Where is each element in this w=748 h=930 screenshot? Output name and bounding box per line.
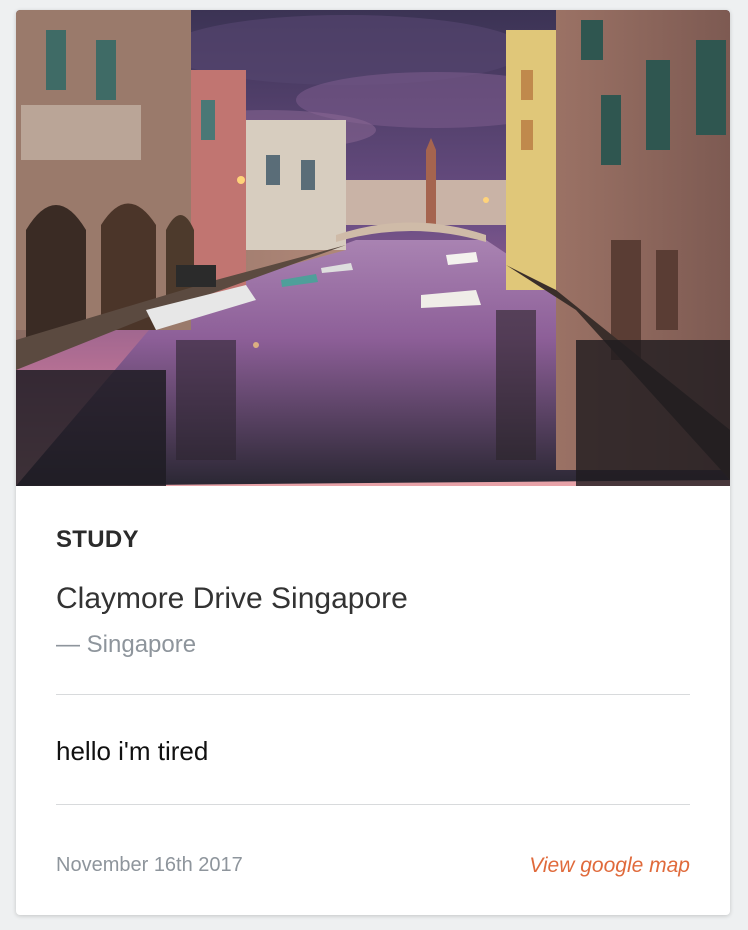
place-note: hello i'm tired xyxy=(56,736,209,766)
category-label: STUDY xyxy=(56,526,139,553)
place-location: — Singapore xyxy=(56,631,197,658)
place-title: Claymore Drive Singapore xyxy=(56,582,408,615)
view-google-map-link[interactable]: View google map xyxy=(529,854,690,878)
visit-date: November 16th 2017 xyxy=(56,854,243,876)
place-card: STUDY Claymore Drive Singapore — Singapo… xyxy=(16,10,730,915)
place-photo xyxy=(16,10,730,486)
divider xyxy=(56,694,690,695)
divider xyxy=(56,804,690,805)
